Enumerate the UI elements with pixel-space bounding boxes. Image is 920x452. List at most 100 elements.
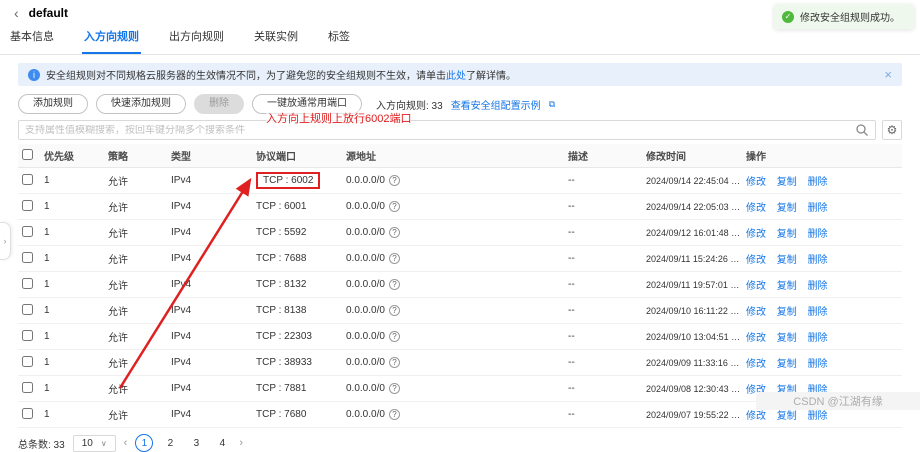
priority-cell: 1 — [40, 375, 104, 402]
row-checkbox[interactable] — [22, 199, 33, 211]
row-checkbox[interactable] — [22, 381, 33, 393]
row-checkbox[interactable] — [22, 173, 33, 185]
protocol-port-cell: TCP : 5592 — [256, 227, 307, 238]
description-cell: -- — [564, 167, 642, 194]
watermark: CSDN @江湖有缘 — [756, 392, 920, 410]
copy-link[interactable]: 复制 — [777, 177, 797, 188]
gear-icon[interactable]: ⚙ — [882, 120, 902, 140]
modify-link[interactable]: 修改 — [746, 255, 766, 266]
copy-link[interactable]: 复制 — [777, 333, 797, 344]
copy-link[interactable]: 复制 — [777, 229, 797, 240]
policy-cell: 允许 — [104, 193, 167, 220]
add-rule-button[interactable]: 添加规则 — [18, 94, 88, 114]
help-icon[interactable]: ? — [388, 383, 400, 394]
delete-link[interactable]: 删除 — [808, 333, 828, 344]
page-number-3[interactable]: 3 — [187, 434, 205, 452]
help-icon[interactable]: ? — [388, 279, 400, 290]
col-type: 类型 — [167, 144, 252, 168]
modify-link[interactable]: 修改 — [746, 411, 766, 422]
page-number-2[interactable]: 2 — [161, 434, 179, 452]
page-size-select[interactable]: 10 ∨ — [72, 434, 116, 452]
info-icon: i — [28, 68, 40, 81]
delete-link[interactable]: 删除 — [808, 307, 828, 318]
page-number-4[interactable]: 4 — [213, 434, 231, 452]
search-bar: ⚙ — [18, 120, 902, 140]
protocol-port-cell: TCP : 7881 — [256, 383, 307, 394]
banner-detail-link[interactable]: 此处 — [446, 71, 466, 82]
row-checkbox[interactable] — [22, 355, 33, 367]
delete-link[interactable]: 删除 — [808, 203, 828, 214]
row-checkbox[interactable] — [22, 225, 33, 237]
delete-button[interactable]: 删除 — [194, 94, 244, 114]
help-icon[interactable]: ? — [388, 357, 400, 368]
protocol-port-cell: TCP : 6001 — [256, 201, 307, 212]
delete-link[interactable]: 删除 — [808, 281, 828, 292]
help-icon[interactable]: ? — [388, 409, 400, 420]
help-icon[interactable]: ? — [388, 201, 400, 212]
operation-cell: 修改 复制 删除 — [742, 245, 902, 272]
page-number-1[interactable]: 1 — [135, 434, 154, 452]
tab-outbound-rules[interactable]: 出方向规则 — [167, 28, 226, 54]
delete-link[interactable]: 删除 — [808, 177, 828, 188]
config-example-link[interactable]: 查看安全组配置示例 — [451, 97, 541, 112]
source-cell: 0.0.0.0/0? — [342, 297, 564, 324]
policy-cell: 允许 — [104, 401, 167, 428]
modify-link[interactable]: 修改 — [746, 281, 766, 292]
open-common-ports-button[interactable]: 一键放通常用端口 — [252, 94, 362, 114]
modify-link[interactable]: 修改 — [746, 177, 766, 188]
tab-associated-instances[interactable]: 关联实例 — [252, 28, 300, 54]
help-icon[interactable]: ? — [388, 175, 400, 186]
type-cell: IPv4 — [167, 349, 252, 376]
delete-link[interactable]: 删除 — [808, 359, 828, 370]
modify-link[interactable]: 修改 — [746, 333, 766, 344]
select-all-checkbox[interactable] — [22, 148, 33, 160]
row-checkbox[interactable] — [22, 303, 33, 315]
modify-link[interactable]: 修改 — [746, 307, 766, 318]
delete-link[interactable]: 删除 — [808, 255, 828, 266]
search-input[interactable] — [25, 124, 855, 136]
chevron-down-icon: ∨ — [100, 438, 107, 448]
help-icon[interactable]: ? — [388, 331, 400, 342]
row-checkbox[interactable] — [22, 407, 33, 419]
col-modified-time: 修改时间 — [642, 144, 742, 168]
help-icon[interactable]: ? — [388, 227, 400, 238]
modified-time-cell: 2024/09/11 15:24:26 … — [642, 245, 742, 272]
row-checkbox[interactable] — [22, 277, 33, 289]
toolbar: 添加规则 快速添加规则 删除 一键放通常用端口 入方向规则: 33 查看安全组配… — [18, 94, 902, 114]
tab-basic-info[interactable]: 基本信息 — [8, 28, 56, 54]
tab-inbound-rules[interactable]: 入方向规则 — [82, 28, 141, 54]
row-checkbox[interactable] — [22, 251, 33, 263]
modify-link[interactable]: 修改 — [746, 229, 766, 240]
protocol-port-cell: TCP : 22303 — [256, 331, 312, 342]
copy-link[interactable]: 复制 — [777, 359, 797, 370]
copy-link[interactable]: 复制 — [777, 203, 797, 214]
modified-time-cell: 2024/09/14 22:45:04 … — [642, 167, 742, 194]
delete-link[interactable]: 删除 — [808, 229, 828, 240]
modified-time-cell: 2024/09/07 19:55:22 … — [642, 401, 742, 428]
source-cell: 0.0.0.0/0? — [342, 349, 564, 376]
row-checkbox[interactable] — [22, 329, 33, 341]
table-row: 1 允许 IPv4 TCP : 8132 0.0.0.0/0? -- 2024/… — [18, 271, 902, 298]
copy-link[interactable]: 复制 — [777, 307, 797, 318]
table-row: 1 允许 IPv4 TCP : 38933 0.0.0.0/0? -- 2024… — [18, 349, 902, 376]
copy-link[interactable]: 复制 — [777, 411, 797, 422]
tab-tags[interactable]: 标签 — [326, 28, 352, 54]
next-page-icon[interactable]: › — [239, 437, 243, 449]
search-icon[interactable] — [855, 123, 869, 137]
delete-link[interactable]: 删除 — [808, 411, 828, 422]
close-icon[interactable]: × — [884, 68, 892, 81]
prev-page-icon[interactable]: ‹ — [124, 437, 128, 449]
total-count-label: 总条数: 33 — [18, 439, 65, 451]
policy-cell: 允许 — [104, 219, 167, 246]
description-cell: -- — [564, 297, 642, 324]
toast-success: ✓ 修改安全组规则成功。 — [774, 4, 914, 29]
back-icon[interactable]: ‹ — [14, 6, 19, 20]
copy-link[interactable]: 复制 — [777, 255, 797, 266]
quick-add-rule-button[interactable]: 快速添加规则 — [96, 94, 186, 114]
help-icon[interactable]: ? — [388, 253, 400, 264]
modify-link[interactable]: 修改 — [746, 359, 766, 370]
panel-expander[interactable]: › — [0, 222, 11, 260]
modify-link[interactable]: 修改 — [746, 203, 766, 214]
copy-link[interactable]: 复制 — [777, 281, 797, 292]
help-icon[interactable]: ? — [388, 305, 400, 316]
